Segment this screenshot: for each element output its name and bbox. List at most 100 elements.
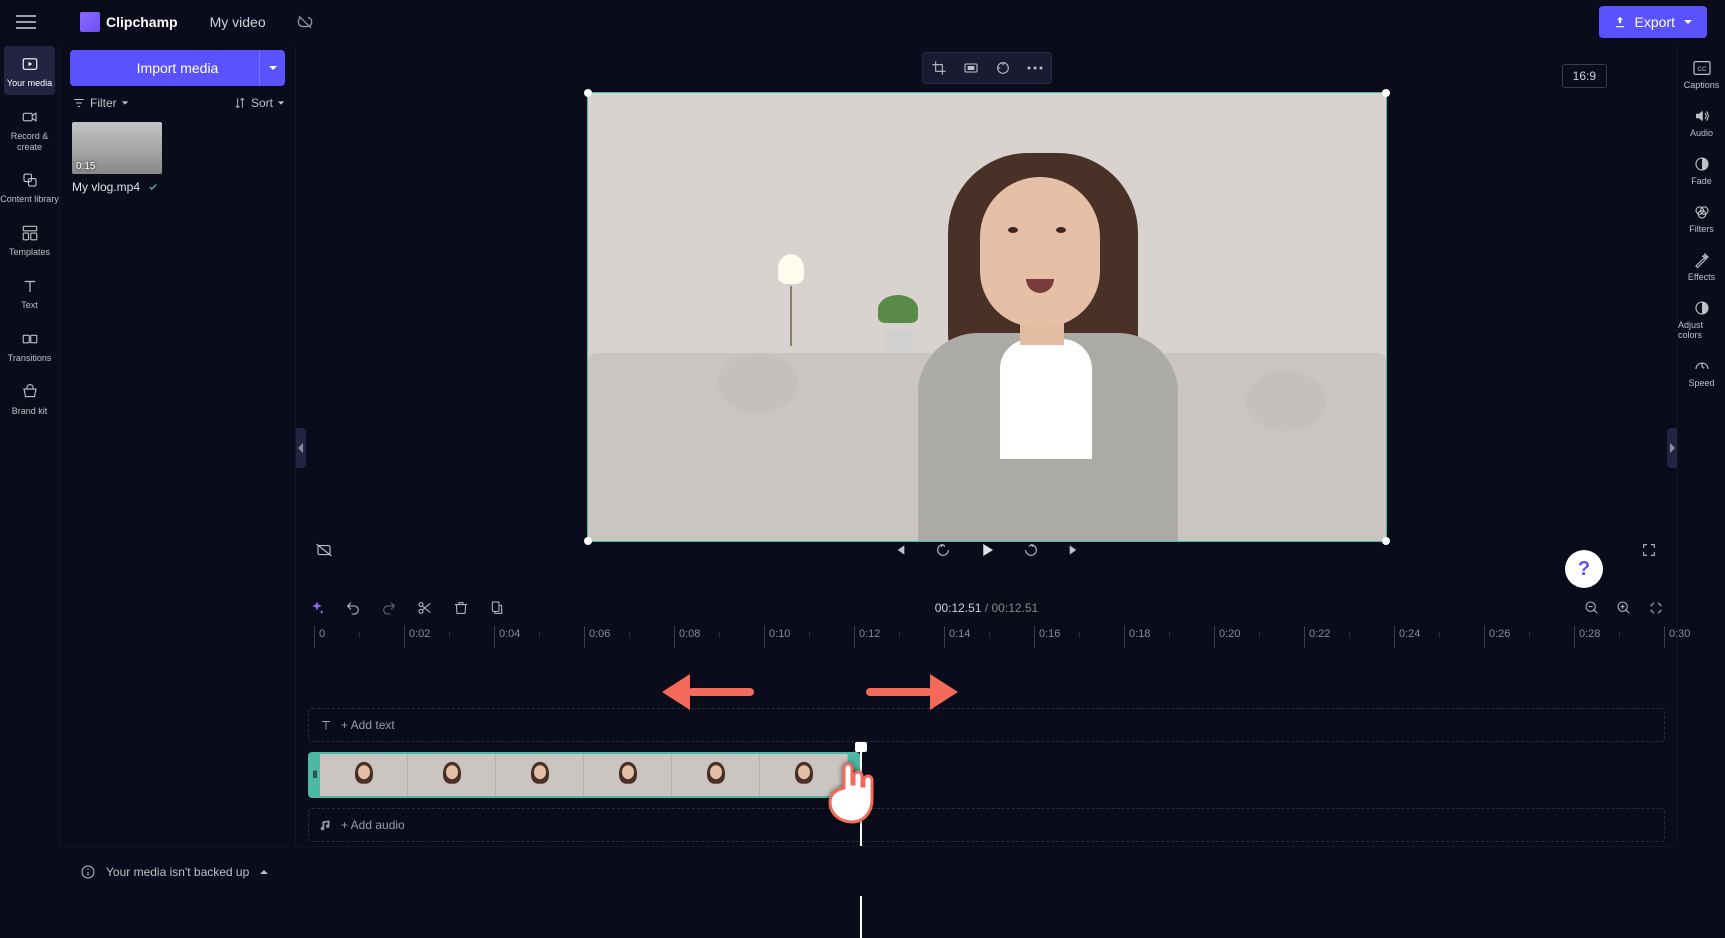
library-icon — [18, 168, 42, 192]
add-audio-track[interactable]: + Add audio — [308, 808, 1665, 842]
prop-audio[interactable]: Audio — [1678, 98, 1725, 146]
next-clip-button[interactable] — [1063, 538, 1087, 562]
import-label: Import media — [137, 60, 219, 76]
prop-effects[interactable]: Effects — [1678, 242, 1725, 290]
nav-label: Transitions — [8, 353, 52, 364]
add-text-track[interactable]: + Add text — [308, 708, 1665, 742]
prev-clip-button[interactable] — [887, 538, 911, 562]
ruler-tick: 0:04 — [494, 626, 520, 648]
resize-handle[interactable] — [584, 89, 592, 97]
prop-speed[interactable]: Speed — [1678, 348, 1725, 396]
import-dropdown-icon[interactable] — [259, 50, 285, 86]
nav-label: Brand kit — [12, 406, 48, 417]
record-icon — [18, 105, 42, 129]
ruler-tick: 0:06 — [584, 626, 610, 648]
skip-back-button[interactable] — [931, 538, 955, 562]
chevron-down-icon — [277, 99, 285, 107]
add-text-label: + Add text — [341, 718, 395, 732]
skip-forward-button[interactable] — [1019, 538, 1043, 562]
project-name-input[interactable]: My video — [200, 10, 276, 34]
chevron-down-icon — [121, 99, 129, 107]
filter-icon — [72, 96, 86, 110]
pip-button[interactable] — [987, 52, 1019, 84]
transitions-icon — [18, 327, 42, 351]
crop-button[interactable] — [923, 52, 955, 84]
ai-tool-button[interactable] — [308, 599, 326, 617]
effects-icon — [1692, 250, 1712, 270]
prop-label: Effects — [1688, 272, 1715, 282]
nav-your-media[interactable]: Your media — [4, 46, 55, 95]
prop-label: Audio — [1690, 128, 1713, 138]
add-audio-label: + Add audio — [341, 818, 405, 832]
undo-button[interactable] — [344, 599, 362, 617]
prop-adjust-colors[interactable]: Adjust colors — [1678, 290, 1725, 348]
remove-clip-button[interactable] — [312, 538, 336, 562]
resize-handle[interactable] — [1382, 89, 1390, 97]
nav-label: Templates — [9, 247, 50, 258]
total-time-label: 00:12.51 — [992, 601, 1039, 615]
prop-filters[interactable]: Filters — [1678, 194, 1725, 242]
prop-captions[interactable]: CC Captions — [1678, 50, 1725, 98]
nav-label: Text — [21, 300, 38, 311]
prop-label: Adjust colors — [1678, 320, 1725, 340]
svg-text:CC: CC — [1697, 66, 1707, 73]
chevron-down-icon — [1683, 17, 1693, 27]
music-icon — [319, 818, 333, 832]
zoom-in-button[interactable] — [1615, 599, 1633, 617]
aspect-ratio-button[interactable]: 16:9 — [1562, 64, 1607, 88]
help-glyph: ? — [1578, 558, 1590, 581]
nav-text[interactable]: Text — [0, 266, 59, 319]
filter-button[interactable]: Filter — [72, 96, 129, 110]
ruler-tick: 0:16 — [1034, 626, 1060, 648]
nav-label: Content library — [0, 194, 59, 205]
chevron-up-icon — [259, 867, 269, 877]
redo-button[interactable] — [380, 599, 398, 617]
ruler-tick: 0:10 — [764, 626, 790, 648]
split-button[interactable] — [416, 599, 434, 617]
ruler-tick: 0 — [314, 626, 325, 648]
fullscreen-button[interactable] — [1637, 538, 1661, 562]
more-button[interactable] — [1019, 52, 1051, 84]
ruler-tick: 0:26 — [1484, 626, 1510, 648]
nav-record-create[interactable]: Record & create — [0, 97, 59, 161]
nav-label: Your media — [7, 78, 52, 89]
prop-fade[interactable]: Fade — [1678, 146, 1725, 194]
zoom-out-button[interactable] — [1583, 599, 1601, 617]
play-button[interactable] — [975, 538, 999, 562]
nav-transitions[interactable]: Transitions — [0, 319, 59, 372]
media-icon — [18, 52, 42, 76]
nav-content-library[interactable]: Content library — [0, 160, 59, 213]
sync-off-icon[interactable] — [296, 13, 314, 31]
prop-label: Captions — [1684, 80, 1720, 90]
help-button[interactable]: ? — [1565, 550, 1603, 588]
delete-button[interactable] — [452, 599, 470, 617]
info-icon — [80, 864, 96, 880]
video-track[interactable]: ‖ ‖ — [308, 752, 1665, 798]
preview-canvas[interactable] — [587, 92, 1387, 542]
check-icon — [148, 182, 158, 192]
media-asset-thumbnail[interactable]: 0:15 — [72, 122, 162, 174]
timeline-ruler[interactable]: 00:020:040:060:080:100:120:140:160:180:2… — [296, 622, 1677, 648]
import-media-button[interactable]: Import media — [70, 50, 285, 86]
sort-button[interactable]: Sort — [233, 96, 285, 110]
duplicate-button[interactable] — [488, 599, 506, 617]
speed-icon — [1692, 356, 1712, 376]
prop-label: Filters — [1689, 224, 1714, 234]
nav-brand-kit[interactable]: Brand kit — [0, 372, 59, 425]
clipchamp-logo-icon — [80, 12, 100, 32]
backup-warning-banner[interactable]: Your media isn't backed up — [60, 846, 1677, 896]
export-button[interactable]: Export — [1599, 6, 1707, 38]
clip-trim-handle-left[interactable]: ‖ — [310, 754, 320, 796]
prop-label: Fade — [1691, 176, 1712, 186]
app-name-label: Clipchamp — [106, 14, 178, 30]
ruler-tick: 0:18 — [1124, 626, 1150, 648]
video-clip[interactable]: ‖ ‖ — [308, 752, 860, 798]
prop-label: Speed — [1688, 378, 1714, 388]
ruler-tick: 0:22 — [1304, 626, 1330, 648]
fit-button[interactable] — [955, 52, 987, 84]
sort-icon — [233, 96, 247, 110]
menu-button[interactable] — [10, 6, 42, 38]
ruler-tick: 0:30 — [1664, 626, 1690, 648]
zoom-fit-button[interactable] — [1647, 599, 1665, 617]
nav-templates[interactable]: Templates — [0, 213, 59, 266]
